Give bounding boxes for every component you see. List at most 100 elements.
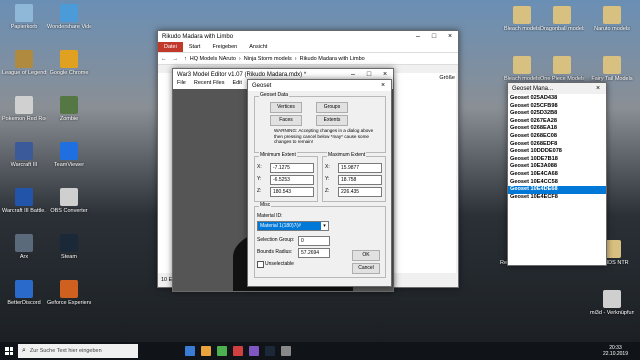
desktop-icon[interactable]: Fairy Tail Models: [590, 56, 634, 82]
ribbon-tab-start[interactable]: Start: [183, 44, 207, 50]
extents-button[interactable]: Extents: [316, 115, 348, 126]
forward-arrow-icon[interactable]: →: [170, 56, 182, 62]
taskbar-app-icon[interactable]: [249, 346, 259, 356]
minimize-icon[interactable]: –: [345, 71, 361, 78]
max-x-field[interactable]: 15.9877: [338, 163, 382, 173]
taskbar-app-icon[interactable]: [233, 346, 243, 356]
vertices-button[interactable]: Vertices: [270, 102, 302, 113]
geoset-list-item[interactable]: Geoset 025D32B8: [508, 110, 606, 118]
taskbar-app-icon[interactable]: [201, 346, 211, 356]
app-icon: [15, 234, 33, 252]
max-z-field[interactable]: 226.435: [338, 187, 382, 197]
cancel-button[interactable]: Cancel: [352, 263, 380, 274]
breadcrumb-item[interactable]: Rikudo Madara with Limbo: [300, 56, 365, 62]
breadcrumb-item[interactable]: Ninja Storm models: [244, 56, 292, 62]
desktop-icon[interactable]: OBS Converter: [47, 188, 91, 214]
material-id-select[interactable]: Material 1(180)7(# ▾: [257, 221, 329, 231]
geoset-list-item[interactable]: Geoset 0268EDF8: [508, 141, 606, 149]
desktop-icon[interactable]: Geforce Experience: [47, 280, 91, 306]
ok-button[interactable]: OK: [352, 250, 380, 261]
up-arrow-icon[interactable]: ↑: [181, 56, 190, 62]
taskbar-app-icon[interactable]: [185, 346, 195, 356]
selection-group-field[interactable]: 0: [298, 236, 330, 246]
desktop-icon-label: Arx: [19, 254, 29, 260]
geoset-list-item[interactable]: Geoset 10E4DE68: [508, 186, 606, 194]
taskbar-app-icon[interactable]: [281, 346, 291, 356]
min-x-field[interactable]: -7.1275: [270, 163, 314, 173]
groups-button[interactable]: Groups: [316, 102, 348, 113]
ribbon-tab-file[interactable]: Datei: [158, 42, 183, 52]
geoset-list: Geoset 025AD438 Geoset 025CFB98 Geoset 025…: [508, 94, 606, 201]
geoset-list-item[interactable]: Geoset 10E3A088: [508, 163, 606, 171]
geoset-list-item[interactable]: Geoset 025CFB98: [508, 103, 606, 111]
geoset-manager-titlebar[interactable]: Geoset Mana... ×: [508, 83, 606, 94]
geoset-list-item[interactable]: Geoset 10E4CC58: [508, 179, 606, 187]
geoset-dialog-titlebar[interactable]: Geoset ×: [248, 80, 391, 91]
desktop-icon[interactable]: Naruto models: [590, 6, 634, 32]
desktop-icon[interactable]: Pokemon Red Rom: [2, 96, 46, 122]
geoset-list-item[interactable]: Geoset 0267EA28: [508, 118, 606, 126]
unselectable-checkbox[interactable]: [257, 261, 264, 268]
menu-file[interactable]: File: [173, 80, 190, 89]
explorer-titlebar[interactable]: Rikudo Madara with Limbo – □ ×: [158, 31, 458, 42]
geoset-list-item[interactable]: Geoset 10DE7B18: [508, 156, 606, 164]
breadcrumb-item[interactable]: HQ Models NAruto: [190, 56, 236, 62]
desktop-icon[interactable]: One Piece Models: [540, 56, 584, 82]
desktop-icon[interactable]: Bleach models: [500, 56, 544, 82]
maximize-icon[interactable]: □: [361, 71, 377, 78]
start-windows-icon[interactable]: [0, 342, 18, 360]
desktop-icon[interactable]: Dragonball models: [540, 6, 584, 32]
geoset-list-item[interactable]: Geoset 0268EA18: [508, 125, 606, 133]
desktop-icon[interactable]: Warcraft III: [2, 142, 46, 168]
close-icon[interactable]: ×: [590, 85, 606, 92]
geoset-list-item[interactable]: Geoset 0268EC08: [508, 133, 606, 141]
close-icon[interactable]: ×: [442, 33, 458, 40]
maximize-icon[interactable]: □: [426, 33, 442, 40]
geoset-list-item[interactable]: Geoset 10E4ECF8: [508, 194, 606, 202]
close-icon[interactable]: ×: [377, 71, 393, 78]
app-icon: [15, 4, 33, 22]
min-y-field[interactable]: -6.5253: [270, 175, 314, 185]
unselectable-label: Unselectable: [265, 261, 294, 267]
desktop-icon[interactable]: Google Chrome: [47, 50, 91, 76]
ribbon-tab-view[interactable]: Ansicht: [243, 44, 273, 50]
chevron-down-icon[interactable]: ▾: [321, 222, 328, 230]
max-y-field[interactable]: 18.758: [338, 175, 382, 185]
desktop-icon[interactable]: Wondershare Video Editor: [47, 4, 91, 30]
column-header-size[interactable]: Größe: [439, 75, 455, 81]
desktop-icon[interactable]: Zombie: [47, 96, 91, 122]
desktop-icon[interactable]: TeamViewer: [47, 142, 91, 168]
back-arrow-icon[interactable]: ←: [158, 56, 170, 62]
bounds-radius-field[interactable]: 57.2694: [298, 248, 330, 258]
address-bar[interactable]: ← → ↑ HQ Models NAruto › Ninja Storm mod…: [158, 53, 458, 65]
desktop-icon-label: League of Legends: [2, 70, 46, 76]
taskbar-app-icon[interactable]: [265, 346, 275, 356]
desktop-icon[interactable]: Papierkorb: [2, 4, 46, 30]
close-icon[interactable]: ×: [375, 82, 391, 89]
desktop-icon[interactable]: Arx: [2, 234, 46, 260]
taskbar-search-box[interactable]: ⌕ Zur Suche Text hier eingeben: [18, 344, 138, 358]
desktop-icon[interactable]: BetterDiscord: [2, 280, 46, 306]
desktop-icon[interactable]: Warcraft III Battle.net Platform: [2, 188, 46, 214]
ribbon-tab-share[interactable]: Freigeben: [206, 44, 243, 50]
desktop-icon-label: TeamViewer: [53, 162, 85, 168]
taskbar-app-icon[interactable]: [217, 346, 227, 356]
system-clock[interactable]: 20:33 22.10.2019: [603, 345, 628, 357]
geoset-list-item[interactable]: Geoset 10E4CA68: [508, 171, 606, 179]
minimize-icon[interactable]: –: [410, 33, 426, 40]
maximum-extent-label: Maximum Extent: [327, 152, 367, 158]
desktop-icon[interactable]: mi3d - Verknüpfung: [590, 290, 634, 316]
menu-edit[interactable]: Edit: [228, 80, 245, 89]
desktop-icon-label: Naruto models: [594, 26, 630, 32]
min-z-field[interactable]: 180.543: [270, 187, 314, 197]
menu-recent-files[interactable]: Recent Files: [190, 80, 229, 89]
clock-date: 22.10.2019: [602, 351, 628, 357]
geoset-list-item[interactable]: Geoset 025AD438: [508, 95, 606, 103]
desktop-icon[interactable]: Steam: [47, 234, 91, 260]
geoset-dialog: Geoset × Geoset Data Vertices Groups Fac…: [247, 79, 392, 287]
faces-button[interactable]: Faces: [270, 115, 302, 126]
app-icon: [15, 96, 33, 114]
geoset-list-item[interactable]: Geoset 10DDDE078: [508, 148, 606, 156]
desktop-icon[interactable]: League of Legends: [2, 50, 46, 76]
desktop-icon[interactable]: Bleach models: [500, 6, 544, 32]
